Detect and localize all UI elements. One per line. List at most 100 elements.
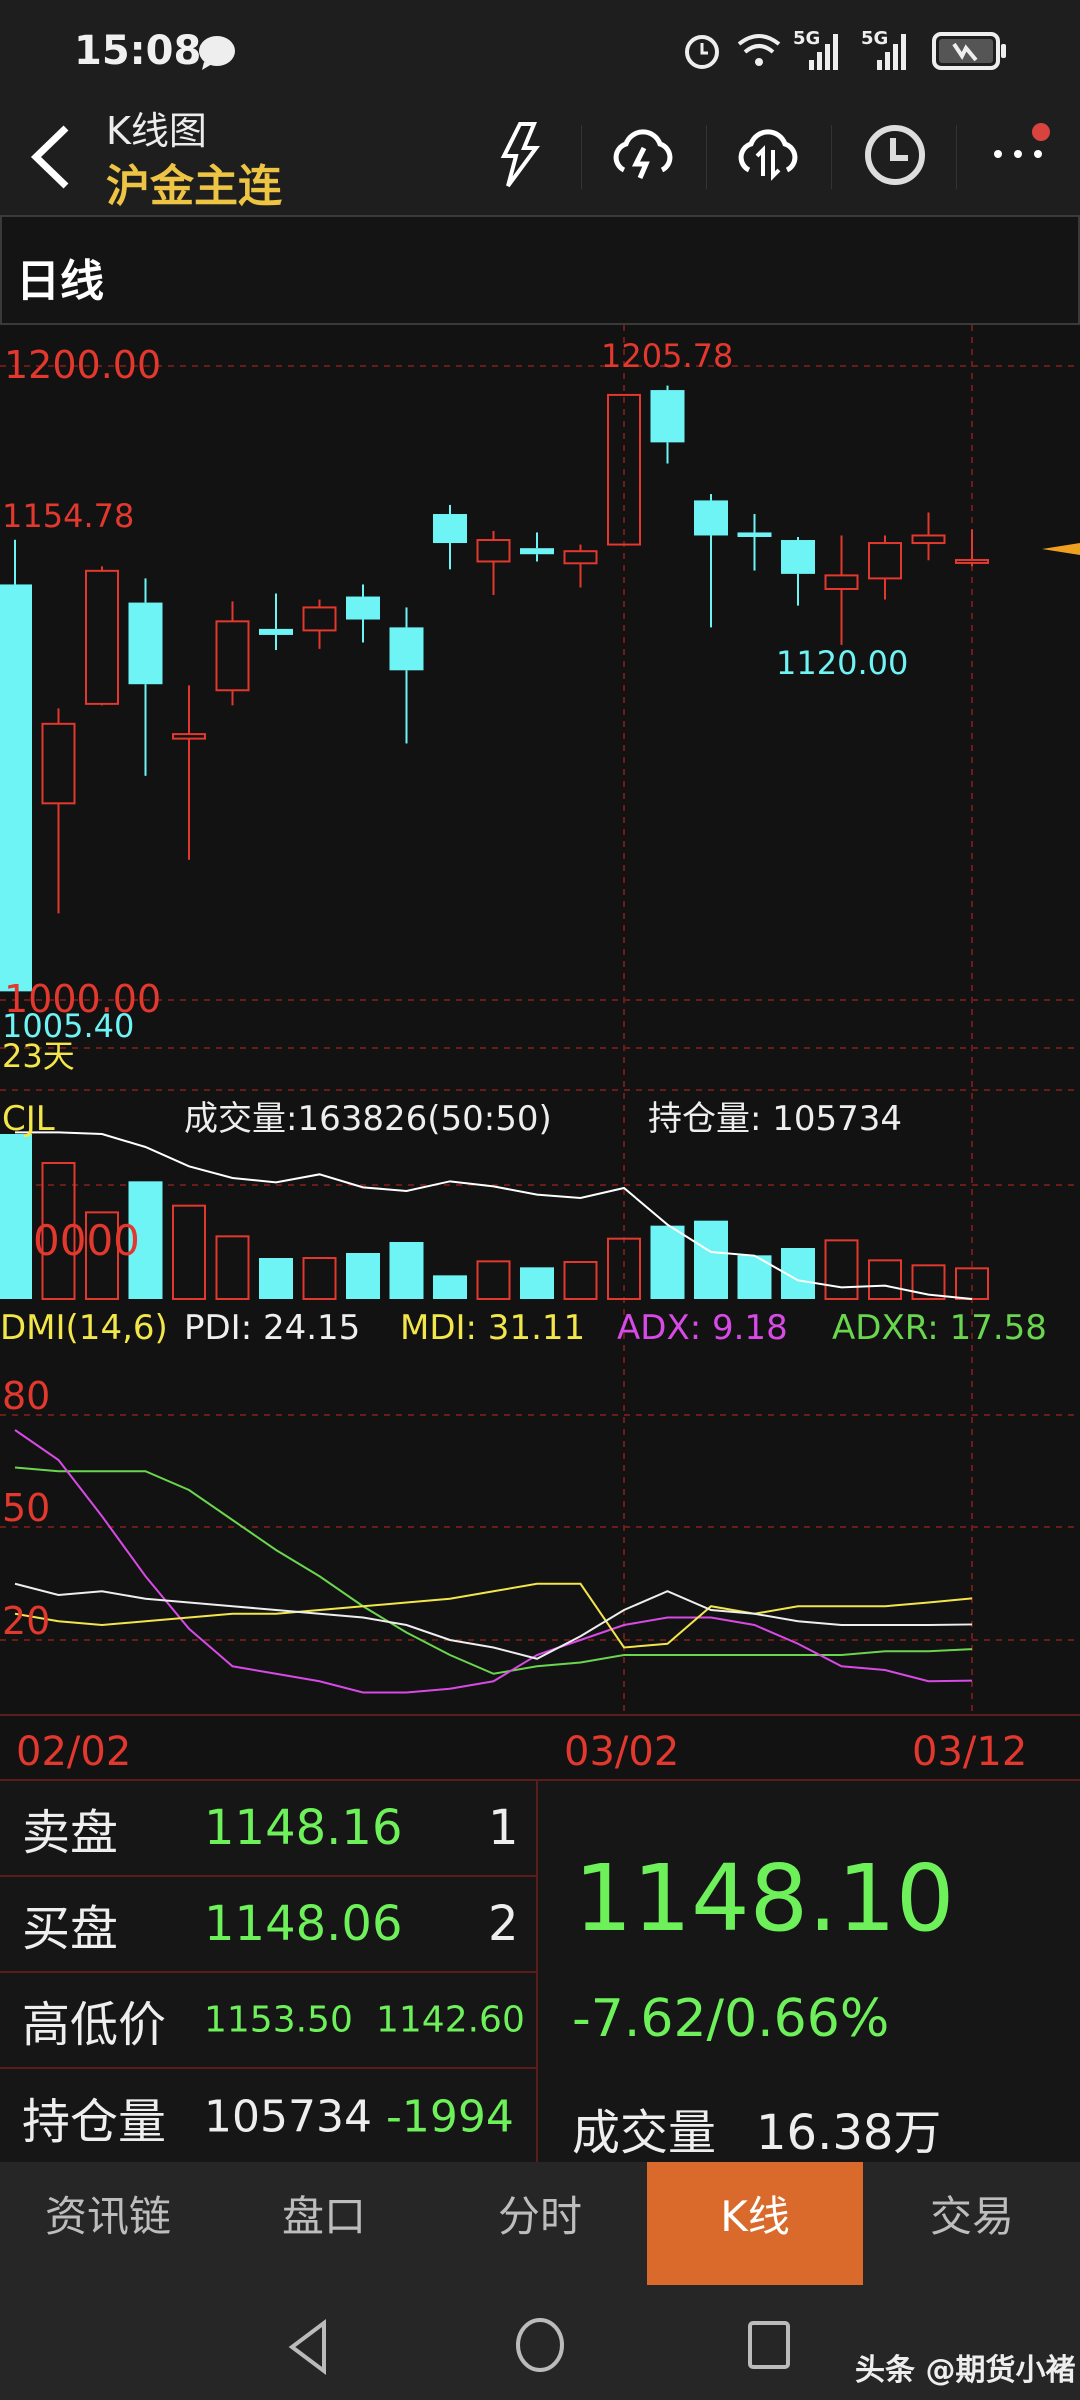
lightning-button[interactable] (490, 120, 550, 190)
candle-body (346, 596, 380, 620)
wifi-icon (737, 34, 781, 66)
oi-value: 105734 (204, 2091, 372, 2142)
volume-bar (433, 1275, 467, 1299)
price-change: -7.62/0.66% (572, 1989, 890, 2049)
candle (911, 512, 946, 561)
volume-bar (302, 1257, 337, 1301)
candle (172, 685, 206, 860)
ask-qty: 1 (488, 1800, 519, 1856)
cloud-flash-button[interactable] (608, 120, 678, 190)
history-clock-button[interactable] (860, 118, 930, 192)
candle-body (476, 539, 511, 563)
tab-trade[interactable]: 交易 (864, 2162, 1080, 2285)
pdi-line (14, 1582, 973, 1660)
candle-body (172, 733, 206, 740)
ask-label: 卖盘 (22, 1805, 119, 1861)
candle-body (911, 534, 946, 545)
candle (41, 708, 76, 914)
candle (85, 566, 119, 706)
volume-bar (868, 1259, 902, 1301)
open-interest-row: 持仓量 105734 -1994 (0, 2069, 538, 2164)
app-header: K线图 沪金主连 (0, 100, 1080, 215)
volume-bar (215, 1235, 250, 1301)
oi-change: -1994 (386, 2091, 514, 2142)
left-high-label: 1154.78 (2, 497, 135, 535)
nav-back-icon[interactable] (284, 2317, 334, 2377)
bid-row: 买盘 1148.06 2 (0, 1877, 538, 1973)
adx-line (14, 1429, 973, 1694)
candle (215, 601, 250, 706)
more-menu-button[interactable] (990, 120, 1060, 180)
candle (346, 584, 380, 643)
candle-body (302, 606, 337, 632)
volume-bar (0, 1133, 32, 1299)
volume-readout: 成交量:163826(50:50) (184, 1099, 552, 1139)
candle (694, 494, 728, 628)
bid-price: 1148.06 (204, 1896, 403, 1952)
candle (520, 532, 554, 562)
volume-bar (520, 1267, 554, 1299)
tab-kline[interactable]: K线 (647, 2162, 863, 2285)
candle (563, 544, 598, 588)
pdi-readout: PDI: 24.15 (184, 1308, 361, 1348)
candle-body (563, 550, 598, 565)
cloud-sync-button[interactable] (733, 120, 803, 190)
ask-price: 1148.16 (204, 1800, 403, 1856)
candle-body (259, 628, 293, 635)
candle (389, 607, 424, 744)
candle (433, 504, 467, 570)
signal-icon-1 (809, 34, 838, 70)
tab-order-book[interactable]: 盘口 (216, 2162, 432, 2285)
candle-body (868, 542, 902, 580)
high-price: 1153.50 (204, 1999, 353, 2041)
last-price: 1148.10 (574, 1845, 955, 1952)
dmi-title: DMI(14,6) (0, 1308, 168, 1348)
candle (824, 535, 859, 645)
candle-body (41, 722, 76, 805)
contract-name: 沪金主连 (106, 161, 282, 212)
nav-home-icon[interactable] (513, 2315, 567, 2375)
candle (128, 578, 163, 776)
tab-news-chain[interactable]: 资讯链 (0, 2162, 216, 2285)
date-label-end: 03/12 (912, 1729, 1028, 1775)
bottom-tabs: 资讯链 盘口 分时 K线 交易 (0, 2162, 1080, 2285)
volume-bar (563, 1260, 598, 1300)
candles (0, 385, 989, 992)
peak-high-label: 1205.78 (601, 337, 734, 375)
candle-body (0, 584, 32, 992)
system-nav-bar: 头条 @期货小褚 (0, 2285, 1080, 2400)
candle-body (520, 548, 554, 555)
volume-bar (955, 1267, 989, 1301)
chart-grid (0, 325, 1080, 1716)
mdi-readout: MDI: 31.11 (400, 1308, 586, 1348)
volume-bar (694, 1220, 728, 1299)
tab-intraday[interactable]: 分时 (432, 2162, 648, 2285)
period-selector[interactable]: 日线 (0, 215, 1080, 325)
candle-body (781, 540, 815, 574)
signal-icon-2 (877, 34, 906, 70)
candle (955, 529, 989, 567)
volume-bar (737, 1255, 772, 1299)
price-label-top: 1200.00 (4, 343, 162, 387)
low-right-label: 1120.00 (776, 644, 909, 682)
candle (781, 536, 815, 606)
current-price-marker-icon (1042, 543, 1080, 555)
candle-body (737, 532, 772, 537)
candle-body (650, 390, 685, 443)
candle-body (85, 569, 119, 705)
volume-bar (259, 1258, 293, 1299)
notification-dot-icon (1032, 123, 1050, 141)
oi-label: 持仓量 (22, 2093, 167, 2150)
page-title: K线图 (106, 109, 207, 153)
volume-bar (650, 1225, 685, 1299)
period-label: 日线 (16, 256, 104, 307)
message-icon (199, 36, 235, 70)
open-interest-line (15, 1131, 973, 1300)
nav-recents-icon[interactable] (746, 2319, 796, 2373)
status-bar: 15:08 5G 5G (0, 0, 1080, 100)
back-button[interactable] (26, 122, 76, 192)
date-label-start: 02/02 (16, 1729, 132, 1775)
candle-body (607, 393, 641, 546)
open-interest-line (15, 1131, 973, 1300)
candle (476, 530, 511, 596)
